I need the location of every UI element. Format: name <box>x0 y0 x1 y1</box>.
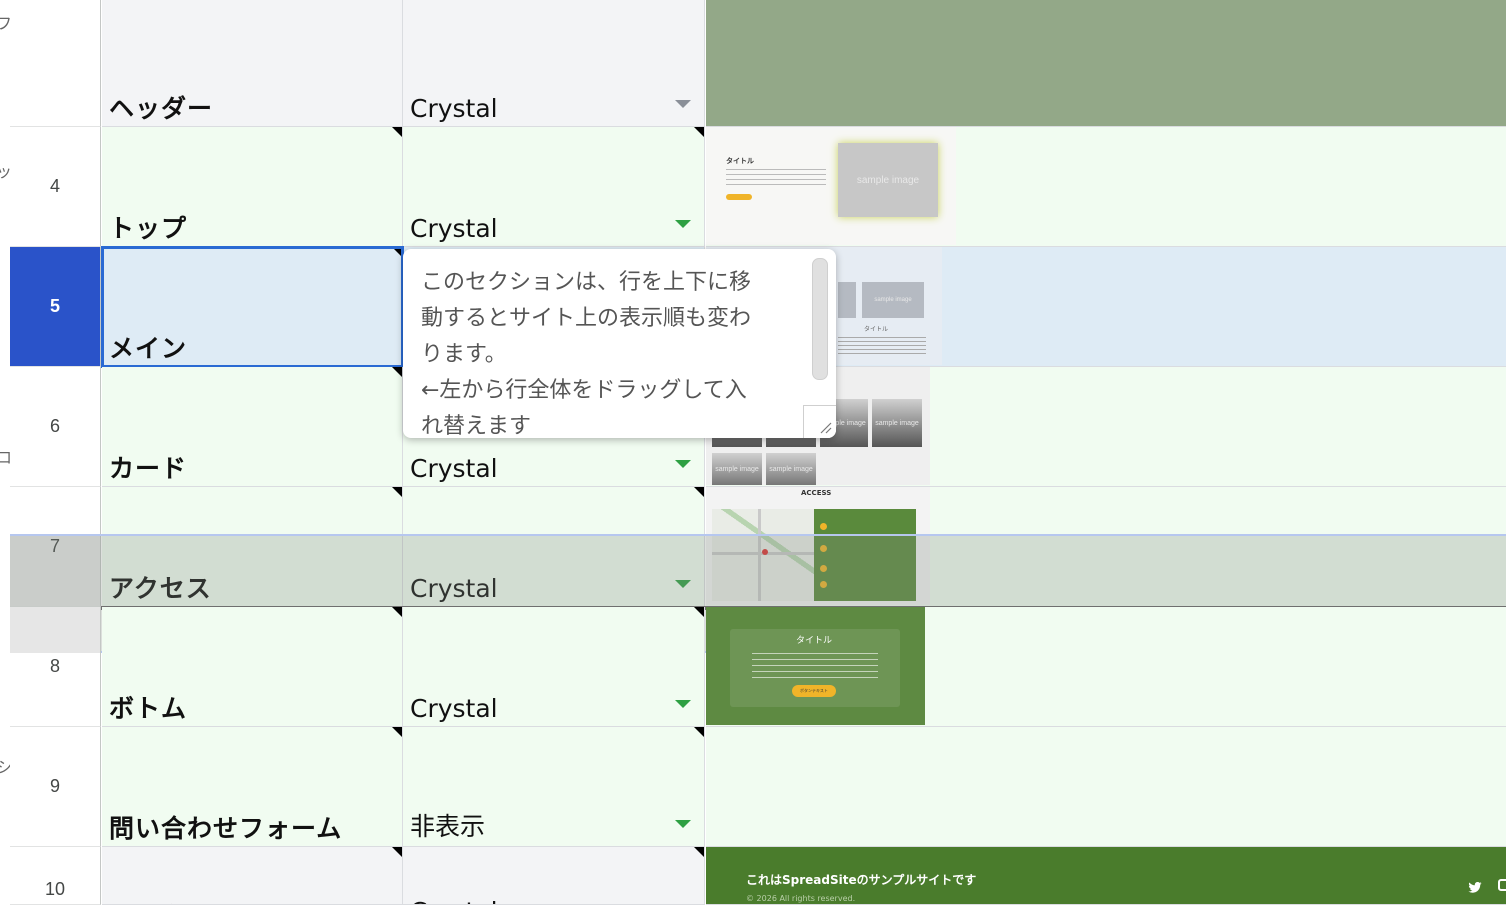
preview-button[interactable]: ボタンテキスト <box>792 685 836 697</box>
section-name: フッター <box>109 897 213 904</box>
sample-image: sample image <box>766 453 816 485</box>
header-preview <box>706 0 1506 127</box>
bottom-preview-thumbnail: タイトル ボタンテキスト <box>706 607 925 725</box>
note-indicator-icon <box>694 127 704 137</box>
note-indicator-icon <box>694 727 704 737</box>
sample-image: sample image <box>862 282 924 318</box>
note-line: れ替えます <box>421 414 532 438</box>
note-indicator-icon <box>392 247 402 257</box>
sample-image-label: sample image <box>875 419 919 427</box>
theme-dropdown-cell[interactable]: Crystal <box>403 127 705 247</box>
section-name-cell[interactable]: 問い合わせフォーム <box>102 727 403 847</box>
preview-title: タイトル <box>726 157 754 165</box>
theme-dropdown-cell[interactable]: Crystal <box>403 0 705 127</box>
theme-dropdown-cell[interactable]: Crystal <box>403 607 705 727</box>
bottom-preview-row: タイトル ボタンテキスト <box>706 607 1506 727</box>
dropdown-arrow-icon[interactable] <box>675 700 691 708</box>
row-header[interactable] <box>10 0 101 127</box>
dropdown-arrow-icon[interactable] <box>675 220 691 228</box>
row-header-selected[interactable]: 5 <box>10 247 101 367</box>
row-number: 5 <box>49 296 60 316</box>
theme-value: Crystal <box>410 454 498 483</box>
row-header[interactable]: 10 <box>10 847 101 905</box>
contact-preview-row <box>706 727 1506 847</box>
section-name-cell[interactable]: ボトム <box>102 607 403 727</box>
sample-image: sample image <box>838 143 938 217</box>
section-name-cell[interactable]: ヘッダー <box>102 0 403 127</box>
row-number: 8 <box>49 656 60 676</box>
section-name: カード <box>109 454 188 483</box>
top-preview-row: タイトル sample image <box>706 127 1506 247</box>
row-header[interactable]: 8 <box>10 607 101 727</box>
info-bullet-icon <box>820 523 827 530</box>
bottom-card: タイトル ボタンテキスト <box>730 629 900 707</box>
footer-text: これはSpreadSiteのサンプルサイトです <box>746 873 977 887</box>
note-indicator-icon <box>392 367 402 377</box>
section-name-cell[interactable]: カード <box>102 367 403 487</box>
sample-image-label: sample image <box>874 297 912 303</box>
cell-note-popup[interactable]: このセクションは、行を上下に移 動するとサイト上の表示順も変わ ります。 ←左か… <box>403 249 836 438</box>
theme-value: Crystal <box>410 94 498 123</box>
note-indicator-icon <box>694 607 704 617</box>
note-line: ←左から行全体をドラッグして入 <box>421 378 747 403</box>
section-name-cell[interactable]: トップ <box>102 127 403 247</box>
sample-image <box>838 282 856 318</box>
preview-button <box>726 194 752 200</box>
theme-value: Crystal <box>410 694 498 723</box>
button-label: ボタンテキスト <box>800 688 828 693</box>
section-name-cell[interactable]: フッター <box>102 847 403 905</box>
theme-dropdown-cell[interactable]: Crystal <box>403 847 705 905</box>
theme-dropdown-cell[interactable]: 非表示 <box>403 727 705 847</box>
note-line: 動するとサイト上の表示順も変わ <box>421 306 752 331</box>
note-indicator-icon <box>392 727 402 737</box>
sample-image-label: sample image <box>715 465 759 473</box>
row-number: 6 <box>49 416 60 436</box>
preview-text-lines <box>752 653 878 679</box>
left-edge-panel: フ ッ ロ シ <box>0 0 12 905</box>
note-scrollbar[interactable] <box>812 258 828 380</box>
row-number: 10 <box>44 879 66 899</box>
note-line: ります。 <box>421 342 507 367</box>
section-name: 問い合わせフォーム <box>109 814 343 843</box>
sample-image-label: sample image <box>856 174 920 186</box>
preview-title: タイトル <box>796 636 833 646</box>
row-number: 9 <box>49 776 60 796</box>
preview-text-lines <box>726 169 826 189</box>
top-preview-thumbnail: タイトル sample image <box>706 127 956 245</box>
preview-heading: ACCESS <box>801 489 832 497</box>
sample-image: sample image <box>712 453 762 485</box>
section-name: ボトム <box>109 694 188 723</box>
row-header[interactable]: 6 <box>10 367 101 487</box>
dropdown-arrow-icon[interactable] <box>675 460 691 468</box>
footer-preview-row: これはSpreadSiteのサンプルサイトです © 2026 All right… <box>706 847 1506 905</box>
section-name-cell[interactable]: メイン <box>102 247 403 367</box>
section-name: トップ <box>109 214 188 243</box>
note-indicator-icon <box>694 487 704 497</box>
preview-title: タイトル <box>864 326 889 333</box>
row-header[interactable]: 9 <box>10 727 101 847</box>
note-indicator-icon <box>392 607 402 617</box>
resize-handle-icon[interactable] <box>803 405 836 438</box>
row-number: 4 <box>49 176 60 196</box>
dropdown-arrow-icon[interactable] <box>675 820 691 828</box>
section-name: メイン <box>109 334 188 363</box>
sample-image-label: sample image <box>769 465 813 473</box>
footer-copyright: © 2026 All rights reserved. <box>746 894 856 903</box>
section-name: ヘッダー <box>109 94 214 123</box>
theme-value: Crystal <box>410 897 498 904</box>
sample-image: sample image <box>872 399 922 447</box>
dropdown-arrow-icon[interactable] <box>675 100 691 108</box>
note-indicator-icon <box>392 847 402 857</box>
instagram-icon[interactable] <box>1498 879 1506 891</box>
note-indicator-icon <box>392 127 402 137</box>
theme-value: Crystal <box>410 214 498 243</box>
twitter-icon[interactable] <box>1468 880 1482 893</box>
note-line: このセクションは、行を上下に移 <box>421 270 752 295</box>
preview-text-lines <box>838 337 926 355</box>
note-indicator-icon <box>694 847 704 857</box>
note-text: このセクションは、行を上下に移 動するとサイト上の表示順も変わ ります。 ←左か… <box>421 265 796 438</box>
row-header[interactable]: 4 <box>10 127 101 247</box>
theme-value: 非表示 <box>410 812 486 841</box>
note-indicator-icon <box>392 487 402 497</box>
